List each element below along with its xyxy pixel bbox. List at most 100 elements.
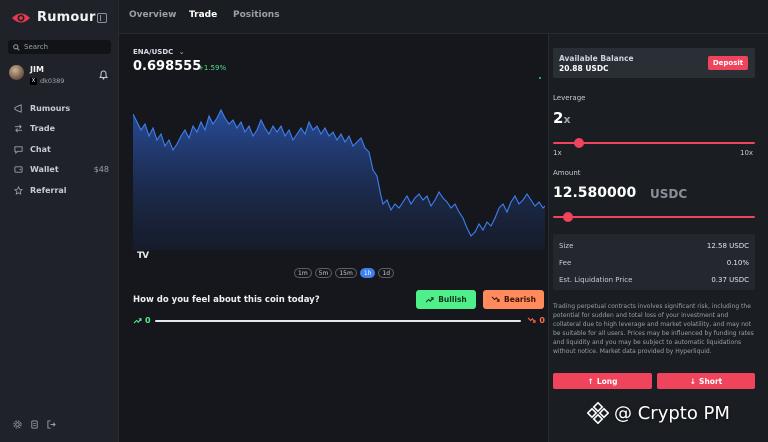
timeframe-1h[interactable]: 1h [359, 268, 376, 278]
leverage-slider[interactable] [553, 138, 755, 148]
bearish-button[interactable]: Bearish [483, 290, 544, 309]
amount-label: Amount [553, 169, 581, 177]
sentiment-bar: 0 0 [133, 316, 545, 326]
sidebar-item-label: Rumours [30, 103, 71, 113]
bearish-label: Bearish [504, 295, 536, 304]
sentiment-question: How do you feel about this coin today? [133, 295, 320, 305]
tradingview-logo-icon: TV [137, 251, 149, 261]
amount-slider[interactable] [553, 212, 755, 222]
trend-up-icon [133, 318, 142, 324]
top-nav: Overview Trade Positions [119, 0, 768, 34]
leverage-suffix: x [563, 113, 571, 126]
swap-icon [14, 124, 23, 133]
bullish-count-row: 0 [133, 316, 151, 325]
sidebar-item-rumours[interactable]: Rumours [14, 98, 109, 119]
search-icon [13, 43, 20, 51]
user-handle-row: X dk0389 [30, 77, 64, 85]
balance-card: Available Balance 20.88 USDC Deposit [553, 48, 755, 78]
wallet-icon [14, 165, 23, 174]
user-profile[interactable]: JIM X dk0389 [9, 65, 64, 85]
amount-unit: USDC [650, 187, 688, 201]
trend-up-icon [425, 297, 434, 303]
search-input[interactable] [24, 43, 104, 51]
settings-icon[interactable] [13, 420, 22, 429]
order-summary: Size 12.58 USDC Fee 0.10% Est. Liquidati… [553, 234, 755, 290]
sidebar-item-trade[interactable]: Trade [14, 119, 109, 140]
leverage-value-row: 2x [553, 109, 571, 127]
sidebar-item-referral[interactable]: Referral [14, 180, 109, 201]
sidebar-item-label: Referral [30, 185, 67, 195]
pair-selector[interactable]: ENA/USDC ⌄ [133, 48, 185, 56]
summary-row-fee: Fee 0.10% [559, 259, 749, 267]
timeframe-1d[interactable]: 1d [378, 268, 395, 278]
bearish-count: 0 [539, 316, 545, 325]
bullish-label: Bullish [438, 295, 467, 304]
leverage-slider-handle[interactable] [574, 138, 585, 148]
app-logo[interactable]: Rumour [11, 10, 96, 25]
summary-label: Est. Liquidation Price [559, 276, 633, 284]
long-label: Long [596, 376, 618, 386]
sentiment-track [155, 320, 521, 322]
timeframe-selector: 1m 5m 15m 1h 1d [294, 268, 395, 278]
summary-value: 12.58 USDC [706, 242, 749, 250]
bearish-count-row: 0 [527, 316, 545, 325]
user-name: JIM [30, 65, 44, 74]
amount-slider-handle[interactable] [562, 212, 573, 222]
leverage-min: 1x [553, 149, 562, 157]
star-icon [14, 185, 23, 195]
long-button[interactable]: ↑ Long [553, 373, 652, 389]
app-name: Rumour [37, 10, 96, 25]
sidebar-item-wallet[interactable]: Wallet $48 [14, 160, 109, 181]
chat-icon [14, 145, 23, 154]
timeframe-15m[interactable]: 15m [335, 268, 357, 278]
chart-section: ENA/USDC ⌄ 0.698555 +1.59% TV 1m 5m 15m … [119, 34, 548, 442]
balance-label: Available Balance [559, 54, 634, 63]
balance-value: 20.88 USDC [559, 64, 609, 73]
trend-down-icon [491, 296, 500, 302]
avatar[interactable] [9, 65, 24, 80]
amount-value[interactable]: 12.580000 [553, 185, 636, 201]
watermark: @ Crypto PM [587, 402, 730, 424]
price-chart[interactable] [133, 100, 545, 250]
megaphone-icon [14, 104, 23, 113]
summary-value: 0.10% [726, 259, 749, 267]
arrow-up-icon: ↑ [587, 376, 594, 386]
sidebar-item-label: Chat [30, 144, 51, 154]
summary-label: Size [559, 242, 574, 250]
x-logo-icon: X [30, 77, 37, 85]
sidebar: Rumour JIM X dk0389 Rumours [0, 0, 119, 442]
logout-icon[interactable] [47, 420, 56, 429]
sidebar-item-chat[interactable]: Chat [14, 139, 109, 160]
pair-label: ENA/USDC [133, 48, 174, 56]
price-change: +1.59% [198, 64, 227, 72]
summary-label: Fee [559, 259, 572, 267]
bell-icon[interactable] [99, 70, 108, 80]
bullish-button[interactable]: Bullish [416, 290, 476, 309]
trade-panel: Available Balance 20.88 USDC Deposit Lev… [548, 34, 768, 442]
tab-positions[interactable]: Positions [233, 10, 280, 20]
sidebar-footer [13, 420, 56, 429]
timeframe-1m[interactable]: 1m [294, 268, 312, 278]
sidebar-collapse-icon[interactable] [97, 13, 107, 23]
summary-row-liquidation: Est. Liquidation Price 0.37 USDC [559, 276, 749, 284]
leverage-value: 2 [553, 109, 564, 127]
timeframe-5m[interactable]: 5m [314, 268, 333, 278]
watermark-text: @ Crypto PM [614, 402, 730, 424]
current-price: 0.698555 [133, 59, 202, 74]
leverage-max: 10x [740, 149, 754, 157]
arrow-down-icon: ↓ [689, 376, 697, 386]
binance-logo-icon [587, 402, 609, 424]
tab-trade[interactable]: Trade [189, 10, 217, 20]
leverage-label: Leverage [553, 94, 586, 102]
wallet-balance: $48 [93, 165, 109, 175]
deposit-button[interactable]: Deposit [708, 56, 748, 70]
summary-value: 0.37 USDC [711, 276, 749, 284]
short-label: Short [699, 376, 723, 386]
risk-disclaimer: Trading perpetual contracts involves sig… [553, 303, 754, 355]
search-box[interactable] [8, 40, 111, 54]
document-icon[interactable] [30, 420, 39, 429]
sidebar-nav: Rumours Trade Chat Wallet $48 Referral [14, 98, 109, 201]
short-button[interactable]: ↓ Short [657, 373, 755, 389]
tab-overview[interactable]: Overview [129, 10, 176, 20]
eye-logo-icon [12, 13, 30, 22]
